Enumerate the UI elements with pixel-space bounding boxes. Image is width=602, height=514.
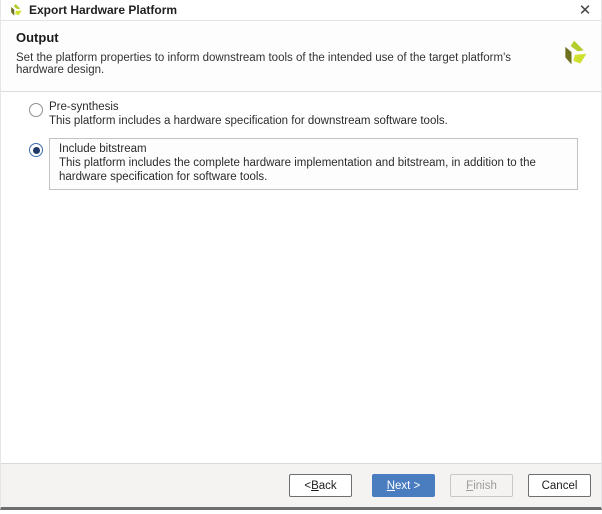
page-title: Output xyxy=(16,30,59,45)
export-hardware-platform-dialog: Export Hardware Platform ✕ Output Set th… xyxy=(0,0,602,510)
xilinx-logo-icon xyxy=(11,3,22,16)
option-description: This platform includes a hardware specif… xyxy=(49,115,448,127)
finish-button: Finish xyxy=(450,474,513,497)
window-title: Export Hardware Platform xyxy=(29,3,178,17)
page-subtitle: Set the platform properties to inform do… xyxy=(16,52,512,76)
radio-include-bitstream[interactable] xyxy=(29,143,43,157)
option-pre-synthesis[interactable]: Pre-synthesis This platform includes a h… xyxy=(49,100,571,128)
close-icon[interactable]: ✕ xyxy=(575,1,595,19)
option-include-bitstream[interactable]: Include bitstream This platform includes… xyxy=(49,138,578,190)
title-bar: Export Hardware Platform ✕ xyxy=(1,0,601,21)
cancel-button[interactable]: Cancel xyxy=(528,474,591,497)
back-button[interactable]: < Back xyxy=(289,474,352,497)
wizard-header: Output Set the platform properties to in… xyxy=(1,21,601,92)
wizard-footer: < Back Next > Finish Cancel xyxy=(1,463,601,507)
option-label: Pre-synthesis xyxy=(49,101,119,113)
option-label: Include bitstream xyxy=(59,143,147,155)
radio-pre-synthesis[interactable] xyxy=(29,103,43,117)
next-button[interactable]: Next > xyxy=(372,474,435,497)
option-description: This platform includes the complete hard… xyxy=(59,157,536,183)
wizard-content: Pre-synthesis This platform includes a h… xyxy=(1,92,601,463)
xilinx-logo-large-icon xyxy=(565,40,587,65)
